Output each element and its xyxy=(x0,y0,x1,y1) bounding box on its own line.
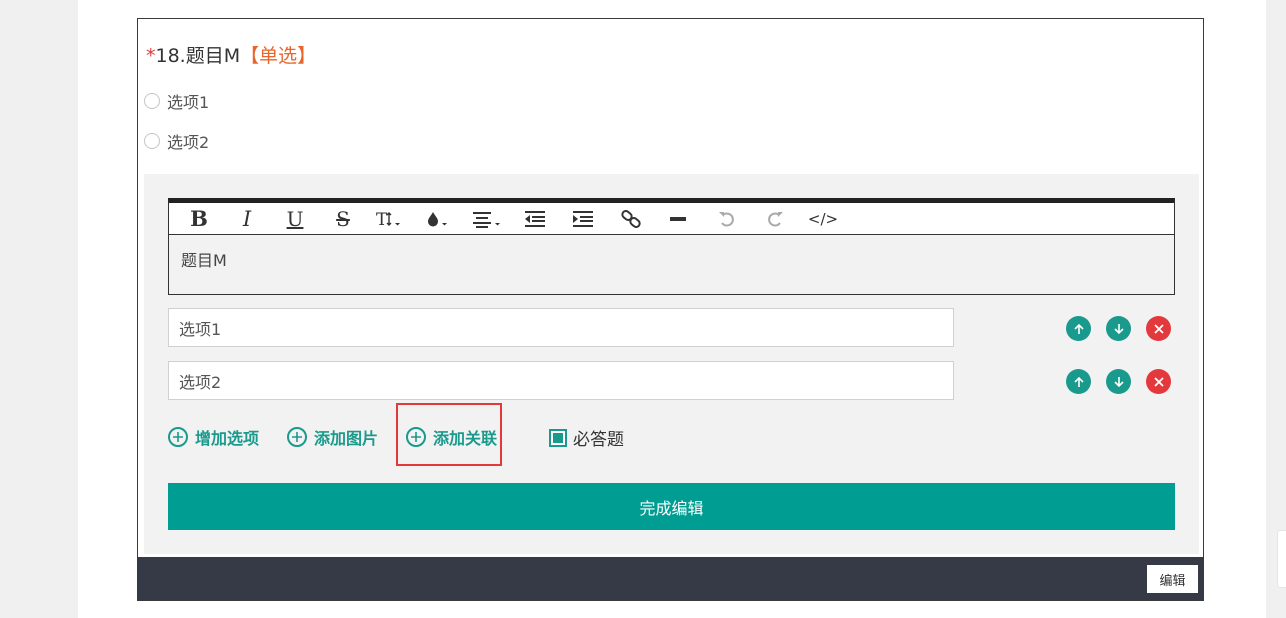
add-option-button[interactable]: 增加选项 xyxy=(168,425,259,449)
preview-option-label: 选项2 xyxy=(167,133,210,152)
indent-increase-icon[interactable] xyxy=(559,204,607,234)
move-down-button[interactable] xyxy=(1106,316,1131,341)
redo-icon[interactable] xyxy=(751,204,799,234)
editor-content[interactable]: 题目M xyxy=(169,235,1174,283)
rich-text-editor: B I U S T </> 题目M xyxy=(168,198,1175,295)
question-type-label: 【单选】 xyxy=(240,45,317,67)
font-size-icon[interactable]: T xyxy=(367,204,415,234)
move-up-button[interactable] xyxy=(1066,316,1091,341)
option-input-2[interactable] xyxy=(168,361,954,400)
question-editor-panel: B I U S T </> 题目M 选项1 选项2 增加选项 添加图片 添加关联… xyxy=(144,174,1199,554)
text-color-icon[interactable] xyxy=(415,204,463,234)
add-relation-label: 添加关联 xyxy=(433,429,498,448)
arrow-up-icon xyxy=(1073,376,1084,387)
link-icon[interactable] xyxy=(607,204,655,234)
side-scroll-handle[interactable] xyxy=(1277,530,1286,588)
plus-circle-icon xyxy=(287,427,307,447)
preview-option-2[interactable]: 选项2 xyxy=(144,129,209,153)
code-icon[interactable]: </> xyxy=(799,204,847,234)
preview-option-1[interactable]: 选项1 xyxy=(144,89,209,113)
close-icon xyxy=(1153,376,1164,387)
move-up-button[interactable] xyxy=(1066,369,1091,394)
required-checkbox[interactable]: 必答题 xyxy=(549,425,624,450)
add-image-button[interactable]: 添加图片 xyxy=(287,425,378,449)
arrow-down-icon xyxy=(1113,323,1124,334)
required-label: 必答题 xyxy=(573,430,624,450)
question-card: *18.题目M【单选】 选项1 选项2 B I U S T </> 题目M 选项… xyxy=(137,18,1204,601)
underline-icon[interactable]: U xyxy=(271,204,319,234)
question-footer-bar: 编辑 xyxy=(138,557,1203,600)
required-star: * xyxy=(146,45,156,67)
align-icon[interactable] xyxy=(463,204,511,234)
plus-circle-icon xyxy=(406,427,426,447)
plus-circle-icon xyxy=(168,427,188,447)
question-title-text: 18.题目M xyxy=(155,45,241,67)
radio-button[interactable] xyxy=(144,133,160,149)
add-image-label: 添加图片 xyxy=(314,429,379,448)
checkbox-checked-icon[interactable] xyxy=(549,428,567,447)
delete-option-button[interactable] xyxy=(1146,369,1171,394)
italic-icon[interactable]: I xyxy=(223,204,271,234)
preview-option-label: 选项1 xyxy=(167,93,210,112)
arrow-down-icon xyxy=(1113,376,1124,387)
horizontal-rule-icon[interactable] xyxy=(655,204,703,234)
undo-icon[interactable] xyxy=(703,204,751,234)
finish-editing-button[interactable]: 完成编辑 xyxy=(168,483,1175,530)
add-relation-button[interactable]: 添加关联 xyxy=(406,425,497,449)
radio-button[interactable] xyxy=(144,93,160,109)
svg-text:T: T xyxy=(376,210,388,229)
delete-option-button[interactable] xyxy=(1146,316,1171,341)
close-icon xyxy=(1153,323,1164,334)
bold-icon[interactable]: B xyxy=(175,204,223,234)
question-title: *18.题目M【单选】 xyxy=(146,41,316,68)
edit-button[interactable]: 编辑 xyxy=(1147,565,1198,593)
option-input-1[interactable] xyxy=(168,308,954,347)
editor-toolbar: B I U S T </> xyxy=(169,203,1174,235)
add-option-label: 增加选项 xyxy=(195,429,260,448)
indent-decrease-icon[interactable] xyxy=(511,204,559,234)
strikethrough-icon[interactable]: S xyxy=(319,204,367,234)
arrow-up-icon xyxy=(1073,323,1084,334)
move-down-button[interactable] xyxy=(1106,369,1131,394)
